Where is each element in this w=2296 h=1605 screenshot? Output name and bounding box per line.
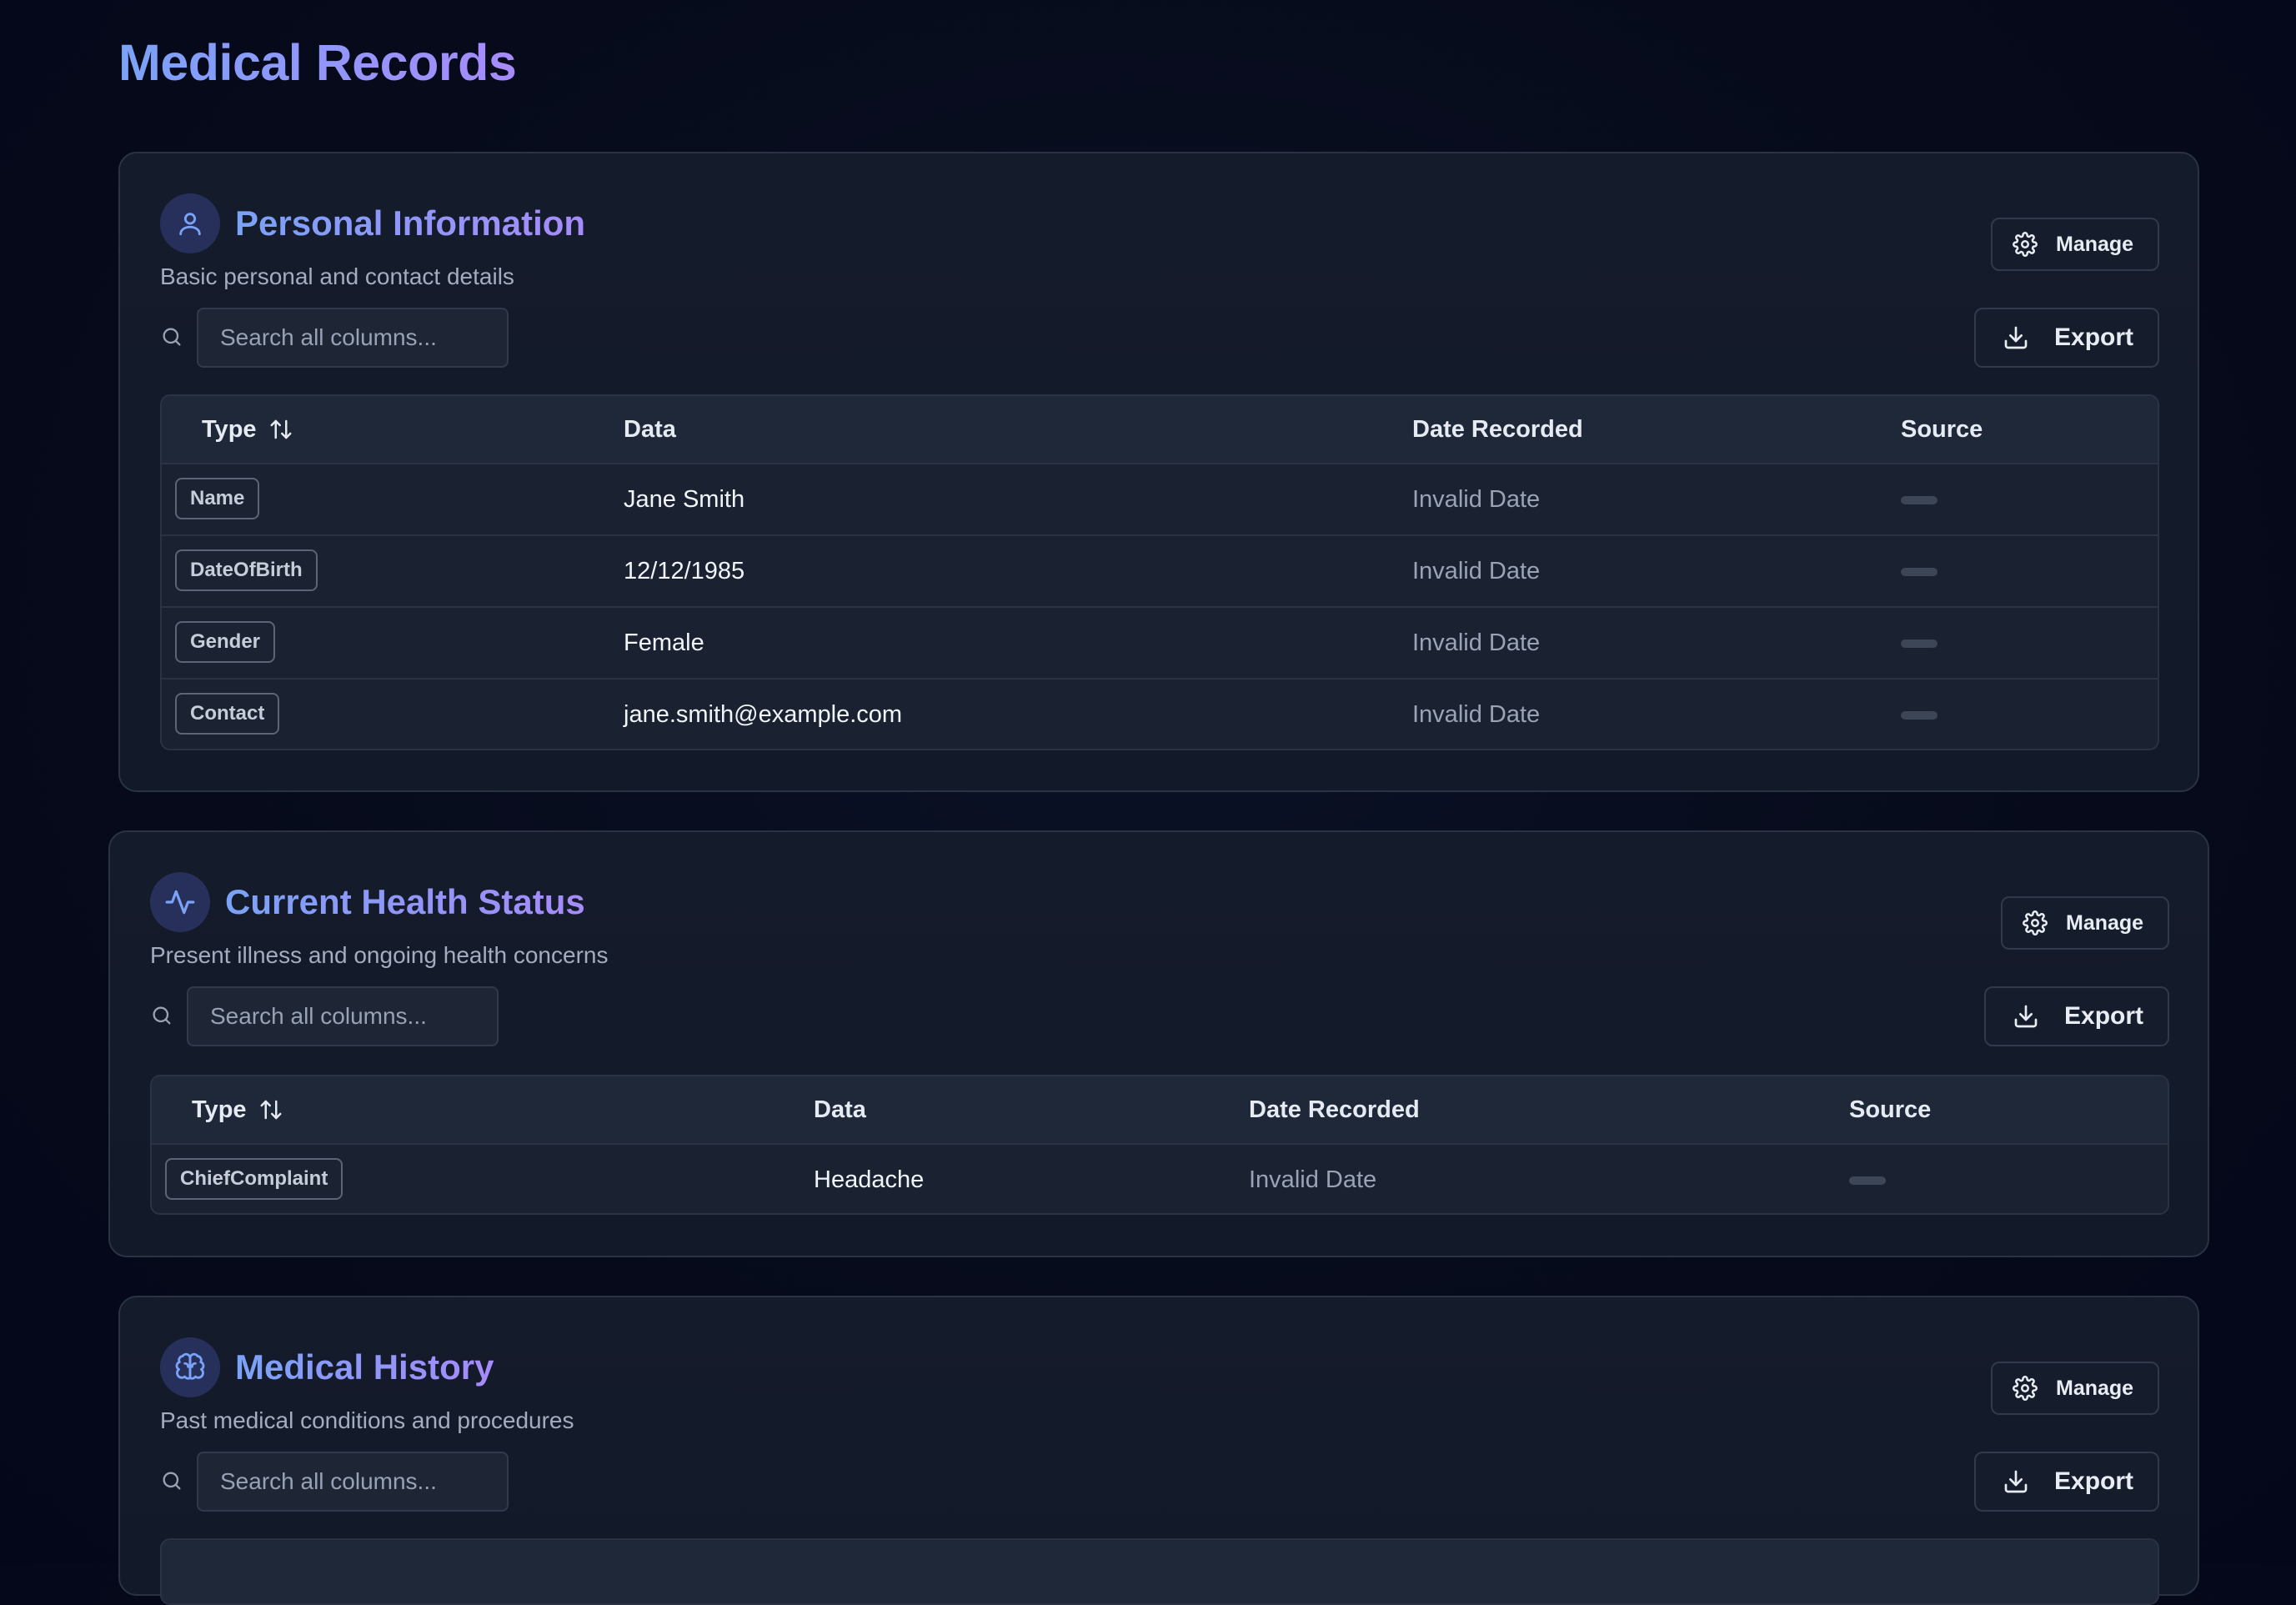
- manage-label: Manage: [2056, 1376, 2134, 1400]
- download-icon: [2003, 1468, 2029, 1495]
- table-row[interactable]: Contact jane.smith@example.com Invalid D…: [162, 680, 2158, 749]
- source-placeholder: [1901, 496, 1938, 504]
- manage-button[interactable]: Manage: [1991, 1362, 2159, 1415]
- table-header: Type Data Date Recorded Source: [162, 396, 2158, 464]
- date-cell: Invalid Date: [1249, 1166, 1377, 1193]
- download-icon: [2003, 324, 2029, 351]
- brain-icon: [160, 1337, 220, 1397]
- user-icon: [160, 193, 220, 253]
- type-badge: ChiefComplaint: [165, 1158, 343, 1200]
- sort-icon[interactable]: [258, 1097, 283, 1122]
- column-header-date-recorded: Date Recorded: [1412, 415, 1583, 443]
- export-button[interactable]: Export: [1984, 986, 2169, 1046]
- current-health-status-card: Current Health Status Present illness an…: [108, 830, 2209, 1257]
- type-badge: Contact: [175, 693, 280, 735]
- source-placeholder: [1901, 711, 1938, 720]
- type-badge: Name: [175, 478, 260, 519]
- manage-button[interactable]: Manage: [1991, 218, 2159, 271]
- source-placeholder: [1849, 1176, 1886, 1185]
- source-placeholder: [1901, 639, 1938, 648]
- page-title: Medical Records: [118, 34, 517, 91]
- sort-icon[interactable]: [268, 417, 293, 442]
- download-icon: [2013, 1003, 2039, 1030]
- section-title: Current Health Status: [225, 882, 585, 921]
- export-button[interactable]: Export: [1974, 1452, 2159, 1512]
- export-label: Export: [2054, 324, 2134, 351]
- personal-information-card: Personal Information Basic personal and …: [118, 152, 2199, 792]
- search-icon: [163, 1472, 181, 1490]
- gear-icon: [2013, 1376, 2038, 1401]
- data-cell: Jane Smith: [624, 485, 745, 513]
- column-header-type[interactable]: Type: [192, 1076, 283, 1143]
- data-cell: jane.smith@example.com: [624, 700, 903, 728]
- date-cell: Invalid Date: [1412, 557, 1541, 584]
- table-row[interactable]: ChiefComplaint Headache Invalid Date: [152, 1145, 2168, 1213]
- table-row[interactable]: Gender Female Invalid Date: [162, 608, 2158, 680]
- records-table: Type Data Date Recorded Source Name Jane…: [160, 394, 2159, 750]
- section-description: Basic personal and contact details: [160, 263, 514, 289]
- medical-history-card: Medical History Past medical conditions …: [118, 1296, 2199, 1605]
- export-label: Export: [2054, 1467, 2134, 1495]
- type-badge: Gender: [175, 621, 276, 663]
- gear-icon: [2013, 232, 2038, 257]
- search-icon: [163, 328, 181, 346]
- data-cell: 12/12/1985: [624, 557, 745, 584]
- column-header-source: Source: [1901, 415, 1983, 443]
- table-row[interactable]: DateOfBirth 12/12/1985 Invalid Date: [162, 536, 2158, 608]
- column-header-type[interactable]: Type: [202, 396, 293, 463]
- medical-records-page: Medical Records Personal Information Bas…: [0, 0, 2296, 1605]
- manage-label: Manage: [2066, 910, 2144, 935]
- records-table: [160, 1538, 2159, 1605]
- table-header: Type Data Date Recorded Source: [152, 1076, 2168, 1145]
- data-cell: Female: [624, 629, 704, 656]
- type-badge: DateOfBirth: [175, 549, 318, 591]
- source-placeholder: [1901, 568, 1938, 576]
- section-description: Past medical conditions and procedures: [160, 1407, 574, 1433]
- column-header-data: Data: [624, 415, 676, 443]
- search-input[interactable]: [187, 986, 499, 1046]
- gear-icon: [2023, 910, 2048, 935]
- search-input[interactable]: [197, 308, 509, 368]
- date-cell: Invalid Date: [1412, 700, 1541, 728]
- activity-icon: [150, 872, 210, 932]
- section-title: Personal Information: [235, 203, 586, 243]
- date-cell: Invalid Date: [1412, 485, 1541, 513]
- section-title: Medical History: [235, 1347, 494, 1387]
- records-table: Type Data Date Recorded Source ChiefComp…: [150, 1075, 2169, 1215]
- manage-label: Manage: [2056, 232, 2134, 256]
- section-description: Present illness and ongoing health conce…: [150, 942, 609, 968]
- manage-button[interactable]: Manage: [2001, 896, 2169, 950]
- search-input[interactable]: [197, 1452, 509, 1512]
- table-row[interactable]: Name Jane Smith Invalid Date: [162, 464, 2158, 536]
- column-header-data: Data: [814, 1096, 866, 1123]
- data-cell: Headache: [814, 1166, 925, 1193]
- date-cell: Invalid Date: [1412, 629, 1541, 656]
- export-button[interactable]: Export: [1974, 308, 2159, 368]
- column-header-source: Source: [1849, 1096, 1932, 1123]
- column-header-date-recorded: Date Recorded: [1249, 1096, 1420, 1123]
- search-icon: [153, 1006, 171, 1025]
- table-header: [162, 1540, 2158, 1603]
- export-label: Export: [2064, 1002, 2144, 1030]
